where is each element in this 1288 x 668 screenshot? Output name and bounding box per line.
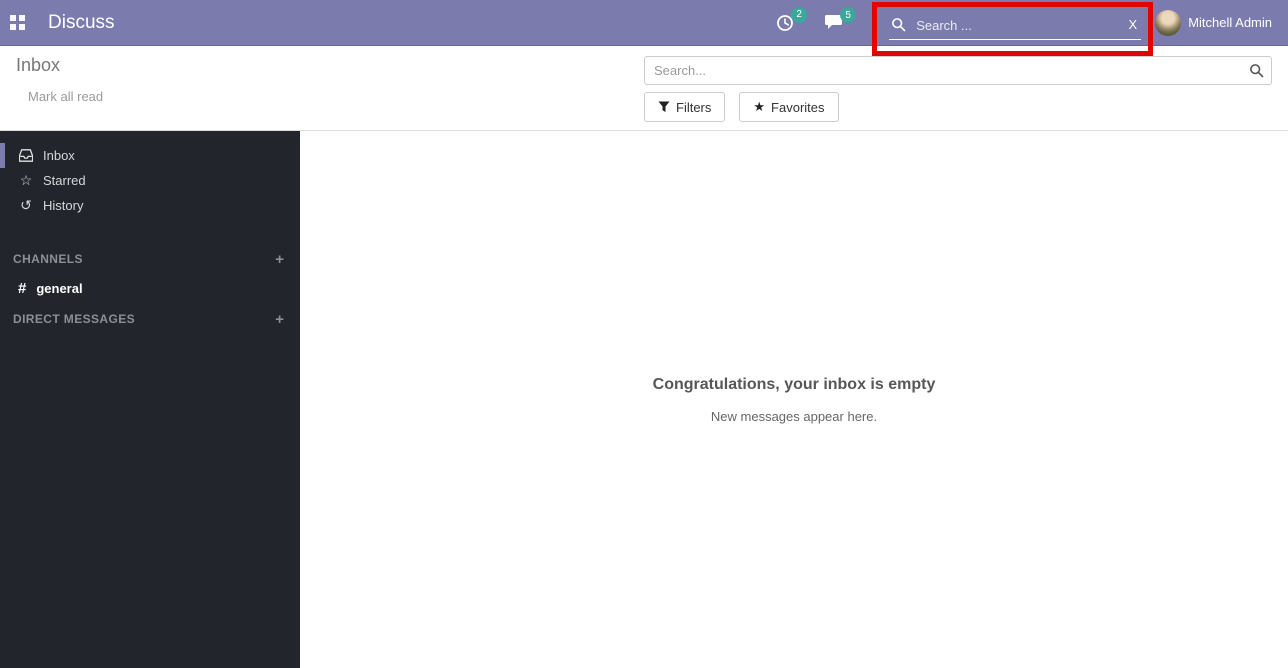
activities-button[interactable]: 2	[776, 14, 794, 32]
thread-panel: Congratulations, your inbox is empty New…	[300, 131, 1288, 668]
hash-icon: #	[18, 280, 26, 297]
top-navbar: Discuss 2 5	[0, 0, 1288, 46]
user-name: Mitchell Admin	[1188, 15, 1272, 30]
discuss-app-window: Discuss 2 5	[0, 0, 1288, 668]
channel-item-general[interactable]: # general	[0, 275, 300, 302]
apps-menu-icon[interactable]	[10, 15, 25, 30]
filters-button[interactable]: Filters	[644, 92, 725, 122]
sidebar-item-label: Starred	[43, 173, 86, 188]
history-icon: ↺	[18, 197, 34, 214]
sidebar-item-history[interactable]: ↺ History	[0, 193, 300, 218]
empty-state-title: Congratulations, your inbox is empty	[300, 376, 1288, 394]
discuss-sidebar: Inbox ☆ Starred ↺ History CHANNELS + # g…	[0, 131, 300, 668]
search-options: Filters ★ Favorites	[644, 92, 1272, 122]
systray: 2 5 X Mitchell Admin	[776, 6, 1272, 40]
search-icon	[891, 17, 906, 32]
content-area: Inbox ☆ Starred ↺ History CHANNELS + # g…	[0, 131, 1288, 668]
filters-label: Filters	[676, 100, 711, 115]
channel-label: general	[36, 281, 82, 296]
control-panel-right: Filters ★ Favorites	[644, 46, 1288, 130]
search-input[interactable]	[644, 56, 1272, 85]
favorites-button[interactable]: ★ Favorites	[739, 92, 838, 122]
control-panel: Inbox Mark all read Filters ★	[0, 46, 1288, 131]
add-channel-button[interactable]: +	[275, 252, 284, 267]
inbox-icon	[18, 149, 34, 162]
user-avatar	[1155, 10, 1181, 36]
breadcrumb[interactable]: Inbox	[16, 55, 644, 76]
activity-count-badge: 2	[791, 7, 807, 23]
messages-button[interactable]: 5	[824, 14, 843, 31]
direct-messages-section: DIRECT MESSAGES +	[0, 308, 300, 330]
sidebar-item-label: Inbox	[43, 148, 75, 163]
systray-search-box: X	[889, 6, 1141, 40]
empty-state-subtitle: New messages appear here.	[300, 409, 1288, 424]
clear-search-button[interactable]: X	[1129, 17, 1138, 32]
app-title[interactable]: Discuss	[48, 12, 115, 34]
control-panel-left: Inbox Mark all read	[0, 46, 644, 130]
star-icon: ☆	[18, 172, 34, 189]
mark-all-read-button[interactable]: Mark all read	[28, 89, 103, 104]
add-direct-message-button[interactable]: +	[275, 312, 284, 327]
sidebar-item-starred[interactable]: ☆ Starred	[0, 168, 300, 193]
channels-section-title: CHANNELS	[13, 252, 83, 266]
direct-messages-section-title: DIRECT MESSAGES	[13, 312, 135, 326]
filter-funnel-icon	[658, 101, 670, 113]
messages-count-badge: 5	[840, 7, 856, 23]
searchview	[644, 56, 1272, 85]
systray-search-input[interactable]	[916, 18, 1122, 33]
sidebar-item-label: History	[43, 198, 83, 213]
favorites-label: Favorites	[771, 100, 824, 115]
favorite-star-icon: ★	[753, 99, 765, 115]
user-menu[interactable]: Mitchell Admin	[1155, 10, 1272, 36]
search-icon[interactable]	[1249, 63, 1264, 78]
empty-inbox-state: Congratulations, your inbox is empty New…	[300, 376, 1288, 424]
channels-section: CHANNELS + # general	[0, 248, 300, 302]
sidebar-item-inbox[interactable]: Inbox	[0, 143, 300, 168]
